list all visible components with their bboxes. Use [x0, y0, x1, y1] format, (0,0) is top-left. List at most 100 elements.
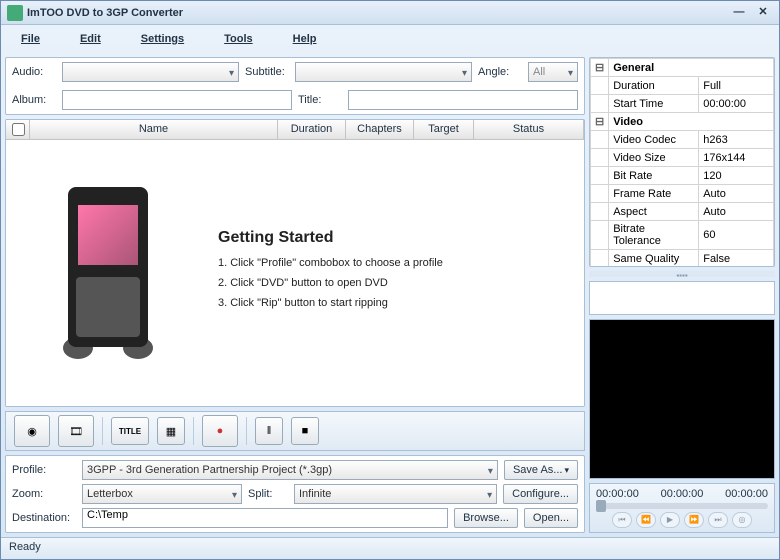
destination-label: Destination:	[12, 512, 76, 524]
angle-label: Angle:	[478, 66, 522, 78]
title-mode-button[interactable]: TITLE	[111, 417, 149, 445]
play-button[interactable]: ▶	[660, 512, 680, 528]
audio-label: Audio:	[12, 66, 56, 78]
browse-button[interactable]: Browse...	[454, 508, 518, 528]
split-combo[interactable]: Infinite	[294, 484, 497, 504]
menu-file[interactable]: File	[21, 33, 40, 45]
col-status[interactable]: Status	[474, 120, 584, 139]
property-value[interactable]: Auto	[699, 203, 774, 221]
horizontal-splitter[interactable]: ▪▪▪▪	[589, 271, 775, 277]
property-name: Same Quality	[609, 250, 699, 268]
album-label: Album:	[12, 94, 56, 106]
toolbar-divider	[193, 417, 194, 445]
disc-icon: ◉	[27, 425, 37, 438]
film-icon: 🎞	[69, 425, 83, 438]
toolbar-divider	[102, 417, 103, 445]
album-input[interactable]	[62, 90, 292, 110]
expand-button[interactable]: ▦	[157, 417, 185, 445]
property-value[interactable]: Auto	[699, 185, 774, 203]
group-expander[interactable]: ⊟	[591, 113, 609, 131]
col-name[interactable]: Name	[30, 120, 278, 139]
open-button[interactable]: Open...	[524, 508, 578, 528]
main-toolbar: ◉ 🎞 TITLE ▦ ● ‖ ■	[5, 411, 585, 451]
property-value[interactable]: False	[699, 250, 774, 268]
property-group-name: Video	[609, 113, 774, 131]
seek-slider[interactable]	[596, 503, 768, 509]
property-group-name: General	[609, 59, 774, 77]
property-name: Video Codec	[609, 131, 699, 149]
property-name: Bit Rate	[609, 167, 699, 185]
property-value[interactable]: Full	[699, 77, 774, 95]
time-total: 00:00:00	[725, 488, 768, 500]
profile-label: Profile:	[12, 464, 76, 476]
properties-table: ⊟GeneralDurationFullStart Time00:00:00⊟V…	[590, 58, 774, 267]
rewind-button[interactable]: ⏪	[636, 512, 656, 528]
player-controls: 00:00:00 00:00:00 00:00:00 ⏮ ⏪ ▶ ⏩ ⏭ ◎	[589, 483, 775, 533]
title-label: Title:	[298, 94, 342, 106]
col-duration[interactable]: Duration	[278, 120, 346, 139]
minimize-button[interactable]: —	[729, 5, 749, 21]
toolbar-divider	[246, 417, 247, 445]
phone-illustration	[18, 173, 198, 373]
window-title: ImTOO DVD to 3GP Converter	[27, 7, 725, 19]
time-current: 00:00:00	[596, 488, 639, 500]
file-list-panel: Name Duration Chapters Target Status Get…	[5, 119, 585, 407]
forward-button[interactable]: ⏩	[684, 512, 704, 528]
pause-button[interactable]: ‖	[255, 417, 283, 445]
property-name: Bitrate Tolerance	[609, 221, 699, 250]
property-name: Duration	[609, 77, 699, 95]
property-value[interactable]: h263	[699, 131, 774, 149]
property-name: Start Time	[609, 95, 699, 113]
snapshot-button[interactable]: ◎	[732, 512, 752, 528]
angle-combo[interactable]: All	[528, 62, 578, 82]
menu-tools[interactable]: Tools	[224, 33, 253, 45]
title-input[interactable]	[348, 90, 578, 110]
subtitle-combo[interactable]	[295, 62, 472, 82]
step-1: 1. Click "Profile" combobox to choose a …	[218, 257, 443, 269]
titlebar: ImTOO DVD to 3GP Converter — ✕	[1, 1, 779, 25]
rip-button[interactable]: ●	[202, 415, 238, 447]
property-value[interactable]: 60	[699, 221, 774, 250]
app-logo-icon	[7, 5, 23, 21]
prev-button[interactable]: ⏮	[612, 512, 632, 528]
status-bar: Ready	[1, 537, 779, 559]
save-as-button[interactable]: Save As...	[504, 460, 578, 480]
configure-button[interactable]: Configure...	[503, 484, 578, 504]
menu-edit[interactable]: Edit	[80, 33, 101, 45]
property-value[interactable]: 00:00:00	[699, 95, 774, 113]
seek-thumb[interactable]	[596, 500, 606, 512]
property-name: Aspect	[609, 203, 699, 221]
video-preview	[589, 319, 775, 479]
audio-combo[interactable]	[62, 62, 239, 82]
getting-started-placeholder: Getting Started 1. Click "Profile" combo…	[6, 140, 584, 406]
zoom-label: Zoom:	[12, 488, 76, 500]
time-mid: 00:00:00	[661, 488, 704, 500]
pause-icon: ‖	[267, 425, 272, 437]
profile-combo[interactable]: 3GPP - 3rd Generation Partnership Projec…	[82, 460, 498, 480]
chapter-list[interactable]	[589, 281, 775, 315]
record-icon: ●	[217, 425, 224, 437]
list-header: Name Duration Chapters Target Status	[6, 120, 584, 140]
source-options-panel: Audio: Subtitle: Angle: All Album: Title…	[5, 57, 585, 115]
col-chapters[interactable]: Chapters	[346, 120, 414, 139]
step-2: 2. Click "DVD" button to open DVD	[218, 277, 443, 289]
close-button[interactable]: ✕	[753, 5, 773, 21]
dvd-button[interactable]: ◉	[14, 415, 50, 447]
select-all-checkbox[interactable]	[12, 123, 25, 136]
group-expander[interactable]: ⊟	[591, 59, 609, 77]
next-button[interactable]: ⏭	[708, 512, 728, 528]
property-value[interactable]: 176x144	[699, 149, 774, 167]
menu-help[interactable]: Help	[293, 33, 317, 45]
property-name: Video Size	[609, 149, 699, 167]
property-name: Frame Rate	[609, 185, 699, 203]
zoom-combo[interactable]: Letterbox	[82, 484, 242, 504]
col-target[interactable]: Target	[414, 120, 474, 139]
output-settings-panel: Profile: 3GPP - 3rd Generation Partnersh…	[5, 455, 585, 533]
movie-button[interactable]: 🎞	[58, 415, 94, 447]
property-value[interactable]: 120	[699, 167, 774, 185]
stop-button[interactable]: ■	[291, 417, 319, 445]
split-label: Split:	[248, 488, 288, 500]
menu-settings[interactable]: Settings	[141, 33, 184, 45]
destination-input[interactable]: C:\Temp	[82, 508, 448, 528]
menubar: File Edit Settings Tools Help	[1, 25, 779, 53]
